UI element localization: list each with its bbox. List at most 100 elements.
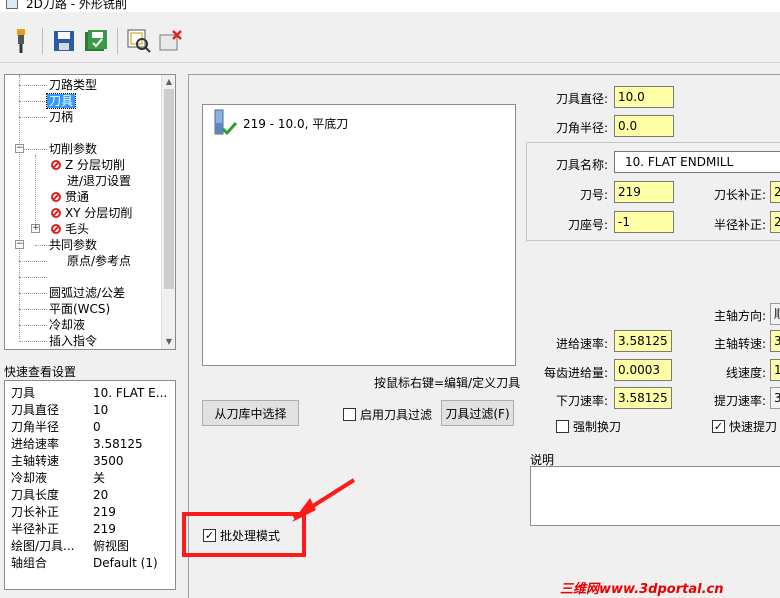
corner-radius-label: 刀角半径: <box>555 121 608 135</box>
tree-item-path-type[interactable]: 刀路类型 <box>49 77 97 93</box>
scroll-up-icon[interactable]: ▲ <box>162 75 175 89</box>
length-comp-label: 刀长补正: <box>713 188 766 202</box>
length-comp-field[interactable]: 2 <box>770 181 780 203</box>
tool-name-label: 刀具名称: <box>555 158 608 172</box>
tree-scrollbar[interactable]: ▲ ▼ <box>161 75 175 349</box>
spindle-speed-field[interactable]: 3 <box>770 330 780 352</box>
disabled-icon <box>51 208 61 218</box>
diameter-label: 刀具直径: <box>555 92 608 106</box>
tool-list-hint: 按鼠标右键=编辑/定义刀具 <box>374 376 521 390</box>
feed-per-tooth-field[interactable]: 0.0003 <box>614 359 672 381</box>
quick-retract-checkbox[interactable]: ✓ 快速提刀 <box>712 418 777 435</box>
tree-line <box>19 85 47 86</box>
radius-comp-label: 半径补正: <box>713 218 766 232</box>
quick-row: 刀长补正 219 <box>11 505 116 519</box>
surface-speed-field[interactable]: 1 <box>770 359 780 381</box>
tree-item-lead-in-out[interactable]: 进/退刀设置 <box>67 173 131 189</box>
quick-row: 刀具直径 10 <box>11 403 109 417</box>
quick-view-panel: 刀具 10. FLAT E... 刀具直径 10 刀角半径 0 进给速率 3.58125… <box>4 380 176 590</box>
toolbar-separator <box>42 28 43 54</box>
quick-view-title: 快速查看设置 <box>4 365 77 379</box>
corner-radius-field[interactable]: 0.0 <box>614 115 674 137</box>
tree-line <box>35 155 36 231</box>
toolbar <box>0 22 780 60</box>
tree-item-z-depth[interactable]: Z 分层切削 <box>51 157 125 173</box>
scroll-thumb[interactable] <box>164 89 174 289</box>
quick-row: 轴组合 Default (1) <box>11 556 158 570</box>
select-from-library-button[interactable]: 从刀库中选择 <box>202 400 299 426</box>
tool-name-field[interactable]: 10. FLAT ENDMILL <box>614 151 780 173</box>
annotation-arrow <box>292 478 356 522</box>
diameter-field[interactable]: 10.0 <box>614 86 674 108</box>
tree-item-arc-filter[interactable]: 圆弧过滤/公差 <box>49 285 125 301</box>
toolbar-divider <box>0 62 780 63</box>
endmill-icon <box>214 109 238 136</box>
toolbar-separator <box>117 28 118 54</box>
tree-line <box>19 293 47 294</box>
window-title-bar: 2D刀路 - 外形铣削 <box>0 0 780 12</box>
tree-line <box>19 277 47 278</box>
highlight-box <box>182 512 306 557</box>
preview-icon[interactable] <box>126 28 152 54</box>
parameter-tree[interactable]: 刀路类型 刀具 刀柄 − 切削参数 Z 分层切削 进/退刀设置 贯通 XY 分层… <box>4 74 176 350</box>
tree-line <box>19 261 47 262</box>
spindle-speed-label: 主轴转速: <box>713 337 766 351</box>
checkbox-box <box>556 420 569 433</box>
tree-line <box>19 309 47 310</box>
tree-item-tool[interactable]: 刀具 <box>45 93 77 109</box>
force-tool-change-checkbox[interactable]: 强制换刀 <box>556 418 621 435</box>
tree-line <box>19 341 47 342</box>
tree-item-common-params[interactable]: 共同参数 <box>49 237 97 253</box>
app-icon <box>6 0 18 9</box>
tree-item-plane[interactable]: 平面(WCS) <box>49 301 110 317</box>
scroll-down-icon[interactable]: ▼ <box>162 335 175 349</box>
retract-rate-field[interactable]: 3 <box>770 387 780 409</box>
tree-item-break-through[interactable]: 贯通 <box>51 189 89 205</box>
save-icon[interactable] <box>51 28 77 54</box>
tree-item-xy-depth[interactable]: XY 分层切削 <box>51 205 132 221</box>
enable-tool-filter-checkbox[interactable]: 启用刀具过滤 <box>343 406 432 423</box>
quick-row: 进给速率 3.58125 <box>11 437 143 451</box>
tree-item-coolant[interactable]: 冷却液 <box>49 317 85 333</box>
holder-number-field[interactable]: -1 <box>614 211 674 233</box>
collapse-icon[interactable]: − <box>15 144 24 153</box>
tree-item-holder[interactable]: 刀柄 <box>49 109 73 125</box>
divider <box>526 142 780 143</box>
expand-icon[interactable]: + <box>31 224 40 233</box>
disabled-icon <box>51 160 61 170</box>
tool-number-field[interactable]: 219 <box>614 181 674 203</box>
plunge-rate-label: 下刀速率: <box>555 394 608 408</box>
collapse-icon[interactable]: − <box>15 240 24 249</box>
quick-row: 刀具长度 20 <box>11 488 109 502</box>
tree-line <box>19 117 47 118</box>
tree-item-cut-params[interactable]: 切削参数 <box>49 141 97 157</box>
spindle-direction-label: 主轴方向: <box>713 309 766 323</box>
tree-item-insert-code[interactable]: 插入指令 <box>49 333 97 349</box>
plunge-rate-field[interactable]: 3.58125 <box>614 387 672 409</box>
tool-icon[interactable] <box>8 28 34 54</box>
tree-line <box>19 75 20 339</box>
description-field[interactable] <box>530 466 780 526</box>
disabled-icon <box>51 224 61 234</box>
tool-list-item[interactable]: 219 - 10.0, 平底刀 <box>209 109 348 137</box>
window-title: 2D刀路 - 外形铣削 <box>26 0 127 11</box>
holder-number-label: 刀座号: <box>567 218 608 232</box>
tool-list[interactable]: 219 - 10.0, 平底刀 <box>202 104 516 366</box>
spindle-direction-select[interactable]: 順 <box>770 303 780 325</box>
check-icon: ✓ <box>712 420 725 433</box>
tool-filter-button[interactable]: 刀具过滤(F) <box>441 400 514 426</box>
radius-comp-field[interactable]: 2 <box>770 211 780 233</box>
delete-icon[interactable] <box>158 28 184 54</box>
tree-item-tabs[interactable]: 毛头 <box>51 221 89 237</box>
save-all-icon[interactable] <box>83 28 109 54</box>
feed-rate-field[interactable]: 3.58125 <box>614 330 672 352</box>
tree-line <box>19 101 47 102</box>
retract-rate-label: 提刀速率: <box>713 394 766 408</box>
quick-row: 绘图/刀具... 俯视图 <box>11 539 130 553</box>
feed-per-tooth-label: 每齿进给量: <box>543 366 608 380</box>
tree-item-home-ref[interactable]: 原点/参考点 <box>67 253 131 269</box>
feed-rate-label: 进给速率: <box>555 337 608 351</box>
quick-row: 半径补正 219 <box>11 522 116 536</box>
checkbox-box <box>343 408 356 421</box>
quick-row: 刀具 10. FLAT E... <box>11 386 168 400</box>
